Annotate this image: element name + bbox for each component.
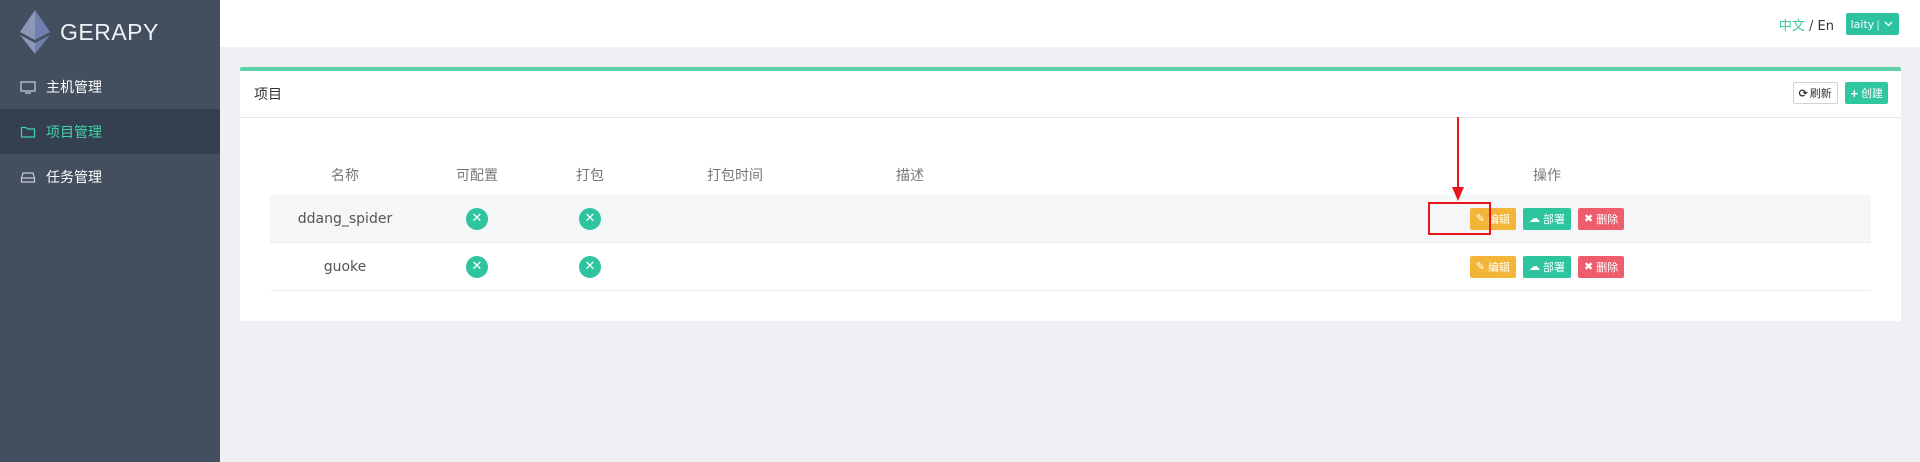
create-label: 创建	[1861, 87, 1883, 100]
sidebar-item-label: 项目管理	[46, 124, 102, 141]
table-header-row: 名称 可配置 打包 打包时间 描述 操作	[270, 155, 1871, 195]
create-button[interactable]: + 创建	[1844, 82, 1888, 104]
lang-en-link[interactable]: En	[1818, 19, 1834, 34]
refresh-label: 刷新	[1809, 87, 1832, 100]
inbox-icon	[20, 169, 36, 185]
user-divider: |	[1876, 17, 1880, 31]
sidebar-item-hosts[interactable]: 主机管理	[0, 64, 220, 109]
delete-label: 删除	[1596, 260, 1619, 274]
delete-button[interactable]: ✖ 删除	[1578, 207, 1625, 230]
brand-name: GERAPY	[60, 18, 159, 45]
deploy-button[interactable]: ☁ 部署	[1523, 255, 1571, 278]
deploy-label: 部署	[1543, 212, 1565, 226]
deploy-button[interactable]: ☁ 部署	[1523, 207, 1571, 230]
delete-button[interactable]: ✖ 删除	[1578, 255, 1625, 278]
sidebar-item-tasks[interactable]: 任务管理	[0, 154, 220, 199]
column-header-operations: 操作	[1533, 168, 1561, 184]
annotation-highlight-box	[1428, 202, 1491, 235]
sidebar: GERAPY 主机管理 项目管理 任务管理	[0, 0, 220, 462]
status-x-icon: ✕	[579, 207, 601, 230]
configurable-cell: ✕	[427, 243, 527, 290]
edit-button[interactable]: ✎ 编辑	[1469, 255, 1516, 278]
pack-time-cell	[665, 243, 805, 290]
edit-icon: ✎	[1475, 260, 1485, 273]
top-header: 中文 / En laity |	[220, 0, 1920, 47]
column-header-description: 描述	[896, 168, 924, 184]
close-icon: ✖	[1584, 260, 1594, 273]
pack-time-cell	[665, 195, 805, 242]
sidebar-item-projects[interactable]: 项目管理	[0, 109, 220, 154]
status-x-icon: ✕	[466, 207, 488, 230]
operations-cell: ✎ 编辑 ☁ 部署 ✖ 删除	[1447, 243, 1647, 290]
status-x-icon: ✕	[579, 255, 601, 278]
plus-icon: +	[1849, 86, 1859, 100]
projects-panel: 项目 ⟳ 刷新 + 创建 名称 可配置 打包 打包时间 描述 操作 ddang_…	[240, 67, 1901, 321]
cloud-upload-icon: ☁	[1529, 260, 1540, 273]
column-header-pack-time: 打包时间	[707, 168, 763, 184]
status-x-icon: ✕	[466, 255, 488, 278]
chevron-down-icon	[1884, 21, 1893, 27]
sidebar-item-label: 主机管理	[46, 79, 102, 96]
table-row: guoke ✕ ✕ ✎ 编辑 ☁ 部署 ✖ 删除	[270, 243, 1871, 291]
monitor-icon	[20, 79, 36, 95]
brand[interactable]: GERAPY	[0, 0, 220, 64]
cloud-upload-icon: ☁	[1529, 212, 1540, 225]
lang-separator: /	[1804, 19, 1818, 34]
description-cell	[840, 195, 980, 242]
column-header-name: 名称	[331, 168, 359, 184]
table-row: ddang_spider ✕ ✕ ✎ 编辑 ☁ 部署 ✖ 删除	[270, 195, 1871, 243]
user-name: laity	[1850, 17, 1875, 31]
annotation-arrow	[1452, 117, 1464, 201]
refresh-icon: ⟳	[1798, 86, 1808, 100]
sidebar-item-label: 任务管理	[46, 169, 102, 186]
project-name: guoke	[323, 258, 367, 275]
packaged-cell: ✕	[540, 195, 640, 242]
column-header-configurable: 可配置	[456, 168, 498, 184]
edit-label: 编辑	[1488, 260, 1510, 274]
user-menu-button[interactable]: laity |	[1845, 13, 1899, 35]
configurable-cell: ✕	[427, 195, 527, 242]
edit-label: 编辑	[1488, 212, 1510, 226]
description-cell	[840, 243, 980, 290]
delete-label: 删除	[1596, 212, 1619, 226]
ethereum-logo-icon	[20, 10, 50, 54]
close-icon: ✖	[1584, 212, 1594, 225]
panel-header: 项目 ⟳ 刷新 + 创建	[240, 71, 1901, 118]
refresh-button[interactable]: ⟳ 刷新	[1792, 82, 1838, 104]
packaged-cell: ✕	[540, 243, 640, 290]
deploy-label: 部署	[1543, 260, 1565, 274]
column-header-packaged: 打包	[576, 168, 604, 184]
lang-zh-link[interactable]: 中文	[1779, 19, 1805, 34]
panel-actions: ⟳ 刷新 + 创建	[1792, 82, 1888, 104]
panel-title: 项目	[254, 87, 282, 103]
projects-table: 名称 可配置 打包 打包时间 描述 操作 ddang_spider ✕ ✕ ✎ 编…	[270, 155, 1871, 291]
folder-icon	[20, 124, 36, 140]
language-switcher: 中文 / En	[1779, 15, 1834, 34]
project-name: ddang_spider	[297, 210, 393, 227]
